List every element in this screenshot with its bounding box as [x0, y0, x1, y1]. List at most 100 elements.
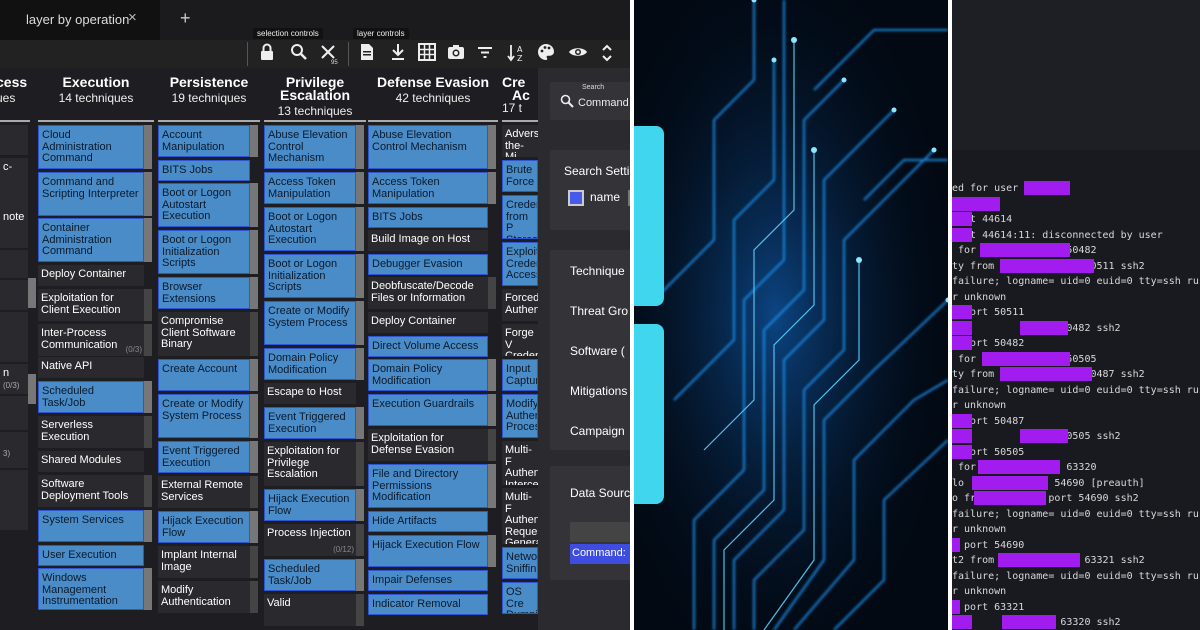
technique-cell[interactable]: Command and Scripting Interpreter	[38, 172, 144, 216]
expand-handle[interactable]	[356, 559, 364, 591]
expand-handle[interactable]	[356, 301, 364, 345]
expand-handle[interactable]	[144, 416, 152, 448]
grid-icon[interactable]	[416, 43, 438, 66]
technique-cell[interactable]: Exploit Creden Access	[502, 242, 538, 286]
technique-cell[interactable]: Brute Force	[502, 160, 538, 192]
technique-cell[interactable]: System Services	[38, 510, 144, 542]
technique-cell[interactable]: Hijack Execution Flow	[158, 511, 250, 543]
expand-handle[interactable]	[356, 348, 364, 380]
technique-cell[interactable]: Cloud Administration Command	[38, 125, 144, 169]
technique-cell[interactable]: Creden from P Stores	[502, 195, 538, 239]
technique-cell[interactable]: Execution Guardrails	[368, 394, 488, 426]
technique-cell[interactable]: Scheduled Task/Job	[264, 559, 356, 591]
technique-cell[interactable]	[0, 125, 28, 155]
technique-cell[interactable]: Boot or Logon Autostart Execution	[158, 183, 250, 227]
expand-handle[interactable]	[250, 546, 258, 578]
section-threat-groups[interactable]: Threat Gro	[570, 304, 628, 318]
expand-handle[interactable]	[356, 442, 364, 486]
technique-cell[interactable]: Deploy Container	[368, 312, 488, 333]
technique-cell[interactable]: Modify Authentication	[158, 581, 250, 613]
expand-handle[interactable]	[250, 183, 258, 227]
expand-handle[interactable]	[144, 510, 152, 542]
technique-cell[interactable]: Container Administration Command	[38, 218, 144, 262]
expand-handle[interactable]	[356, 407, 364, 439]
technique-cell[interactable]: Process Injection (0/12)	[264, 524, 356, 556]
expand-handle[interactable]	[250, 359, 258, 391]
expand-handle[interactable]	[488, 125, 496, 169]
lock-icon[interactable]	[256, 43, 278, 66]
technique-cell[interactable]: Valid	[264, 594, 356, 626]
technique-cell[interactable]: Multi-F Authen Reques Genera	[502, 488, 538, 544]
expand-handle[interactable]	[356, 524, 364, 556]
technique-cell[interactable]: n (0/3)	[0, 364, 28, 394]
technique-cell[interactable]: Domain Policy Modification	[368, 359, 488, 391]
technique-cell[interactable]: Abuse Elevation Control Mechanism	[264, 125, 356, 169]
technique-cell[interactable]: Debugger Evasion	[368, 254, 488, 275]
technique-cell[interactable]: Impair Defenses	[368, 570, 488, 591]
technique-cell[interactable]: Abuse Elevation Control Mechanism	[368, 125, 488, 169]
technique-cell[interactable]: Deploy Container	[38, 265, 144, 286]
expand-handle[interactable]	[144, 125, 152, 169]
technique-cell[interactable]: Windows Management Instrumentation	[38, 568, 144, 610]
technique-cell[interactable]: Escape to Host	[264, 383, 356, 404]
expand-handle[interactable]	[488, 277, 496, 309]
technique-cell[interactable]: Forced Authen	[502, 289, 538, 321]
technique-cell[interactable]: Inter-Process Communication (0/3)	[38, 324, 144, 356]
section-software[interactable]: Software (	[570, 344, 625, 358]
technique-cell[interactable]: BITS Jobs	[158, 160, 250, 181]
palette-icon[interactable]	[535, 43, 557, 66]
expand-handle[interactable]	[356, 172, 364, 204]
technique-cell[interactable]: Account Manipulation	[158, 125, 250, 157]
technique-cell[interactable]: Native API	[38, 357, 144, 378]
camera-icon[interactable]	[445, 43, 467, 66]
technique-cell[interactable]: Build Image on Host	[368, 230, 488, 251]
technique-cell[interactable]: Indicator Removal	[368, 594, 488, 615]
expand-handle[interactable]	[28, 374, 36, 404]
technique-cell[interactable]	[0, 250, 28, 278]
expand-handle[interactable]	[488, 535, 496, 567]
download-icon[interactable]	[387, 43, 409, 66]
expand-handle[interactable]	[488, 359, 496, 391]
technique-cell[interactable]: File and Directory Permissions Modificat…	[368, 464, 488, 508]
column-header-privilege[interactable]: Privilege Escalation 13 techniques	[264, 75, 366, 118]
expand-handle[interactable]	[144, 568, 152, 610]
section-techniques[interactable]: Technique	[570, 264, 625, 278]
technique-cell[interactable]: User Execution	[38, 545, 144, 566]
expand-handle[interactable]	[144, 381, 152, 413]
expand-handle[interactable]	[250, 125, 258, 157]
data-source-input[interactable]	[570, 522, 630, 542]
technique-cell[interactable]: Implant Internal Image	[158, 546, 250, 578]
technique-cell[interactable]: Exploitation for Defense Evasion	[368, 429, 488, 461]
sort-icon[interactable]: AZ	[505, 43, 527, 68]
technique-cell[interactable]: Forge V Creden	[502, 324, 538, 356]
technique-cell[interactable]: Compromise Client Software Binary	[158, 312, 250, 356]
expand-handle[interactable]	[144, 218, 152, 262]
technique-cell[interactable]	[0, 396, 28, 430]
technique-cell[interactable]: Deobfuscate/Decode Files or Information	[368, 277, 488, 309]
technique-cell[interactable]: Domain Policy Modification	[264, 348, 356, 380]
expand-handle[interactable]	[488, 429, 496, 461]
technique-cell[interactable]	[0, 470, 28, 530]
expand-handle[interactable]	[250, 581, 258, 613]
technique-cell[interactable]: note	[0, 208, 28, 248]
technique-cell[interactable]: OS Cre Dumpi	[502, 582, 538, 614]
technique-cell[interactable]: Browser Extensions	[158, 277, 250, 309]
technique-cell[interactable]: Event Triggered Execution	[158, 441, 250, 473]
expand-handle[interactable]	[356, 594, 364, 626]
expand-handle[interactable]	[250, 511, 258, 543]
filter-icon[interactable]	[474, 43, 496, 66]
expand-handle[interactable]	[488, 464, 496, 508]
technique-cell[interactable]: Advers the-Mi	[502, 125, 538, 157]
search-icon[interactable]	[288, 43, 310, 66]
expand-handle[interactable]	[250, 394, 258, 438]
technique-cell[interactable]: Hijack Execution Flow	[264, 489, 356, 521]
technique-cell[interactable]: Multi-F Authen Interce	[502, 441, 538, 485]
tab-layer[interactable]: layer by operation ×	[0, 0, 160, 40]
checkbox-name[interactable]	[568, 190, 584, 206]
expand-handle[interactable]	[356, 489, 364, 521]
expand-handle[interactable]	[144, 324, 152, 356]
expand-handle[interactable]	[28, 278, 36, 308]
column-header-defense[interactable]: Defense Evasion 42 techniques	[368, 75, 498, 105]
command-chip[interactable]: Command:	[570, 544, 630, 564]
technique-cell[interactable]: Exploitation for Privilege Escalation	[264, 442, 356, 486]
